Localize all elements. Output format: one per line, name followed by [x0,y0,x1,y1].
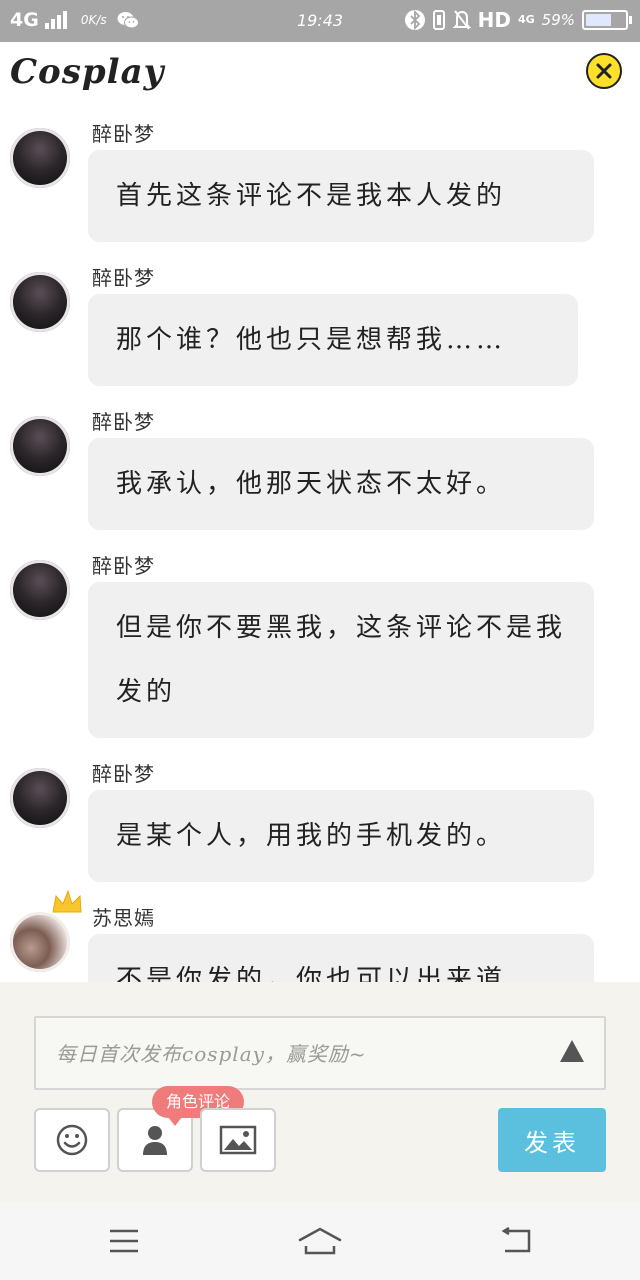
emoji-button[interactable] [34,1108,110,1172]
user-name[interactable]: 醉卧梦 [92,262,155,291]
bluetooth-icon [404,9,425,31]
close-button[interactable] [586,53,622,89]
mute-bell-icon [452,10,471,30]
image-icon [219,1125,257,1155]
hd-indicator: HD [477,8,511,32]
user-name[interactable]: 醉卧梦 [92,118,155,147]
avatar[interactable] [10,768,70,828]
battery-icon [582,10,632,30]
status-right: HD 4G 59% [404,8,632,32]
vibrate-icon [432,10,445,30]
page-title: Cosplay [10,52,165,92]
close-icon [596,63,612,79]
home-icon [298,1227,342,1255]
avatar[interactable] [10,912,70,972]
menu-icon [110,1229,138,1253]
message-bubble: 首先这条评论不是我本人发的 [88,150,594,242]
crown-icon [52,889,82,913]
avatar[interactable] [10,560,70,620]
avatar[interactable] [10,128,70,188]
comment-input[interactable] [54,1034,538,1074]
battery-percent: 59% [541,11,575,29]
home-button[interactable] [298,1224,342,1258]
comment-input-box[interactable] [34,1016,606,1090]
back-button[interactable] [496,1224,536,1258]
expand-up-icon[interactable] [558,1038,586,1064]
back-icon [501,1227,531,1253]
message-bubble: 但是你不要黑我，这条评论不是我发的 [88,582,594,738]
message-bubble: 我承认，他那天状态不太好。 [88,438,594,530]
message-bubble: 不是你发的，你也可以出来道 [88,934,594,982]
emoji-icon [56,1124,88,1156]
status-bar: 4G 0K/s 19:43 HD 4G 59% [0,0,640,42]
system-nav-bar [0,1202,640,1280]
user-name[interactable]: 苏思嫣 [92,902,155,931]
user-name[interactable]: 醉卧梦 [92,550,155,579]
avatar[interactable] [10,272,70,332]
message-bubble: 是某个人，用我的手机发的。 [88,790,594,882]
image-button[interactable] [200,1108,276,1172]
comment-composer: 角色评论 发表 [0,982,640,1202]
person-icon [143,1126,167,1155]
comment-list[interactable]: 醉卧梦 首先这条评论不是我本人发的 醉卧梦 那个谁？他也只是想帮我…… 醉卧梦 … [0,104,640,982]
message-bubble: 那个谁？他也只是想帮我…… [88,294,578,386]
menu-button[interactable] [104,1224,144,1258]
app-header: Cosplay [0,42,640,104]
user-name[interactable]: 醉卧梦 [92,758,155,787]
publish-button[interactable]: 发表 [498,1108,606,1172]
mobile-data-indicator: 4G [517,13,535,26]
user-name[interactable]: 醉卧梦 [92,406,155,435]
avatar[interactable] [10,416,70,476]
